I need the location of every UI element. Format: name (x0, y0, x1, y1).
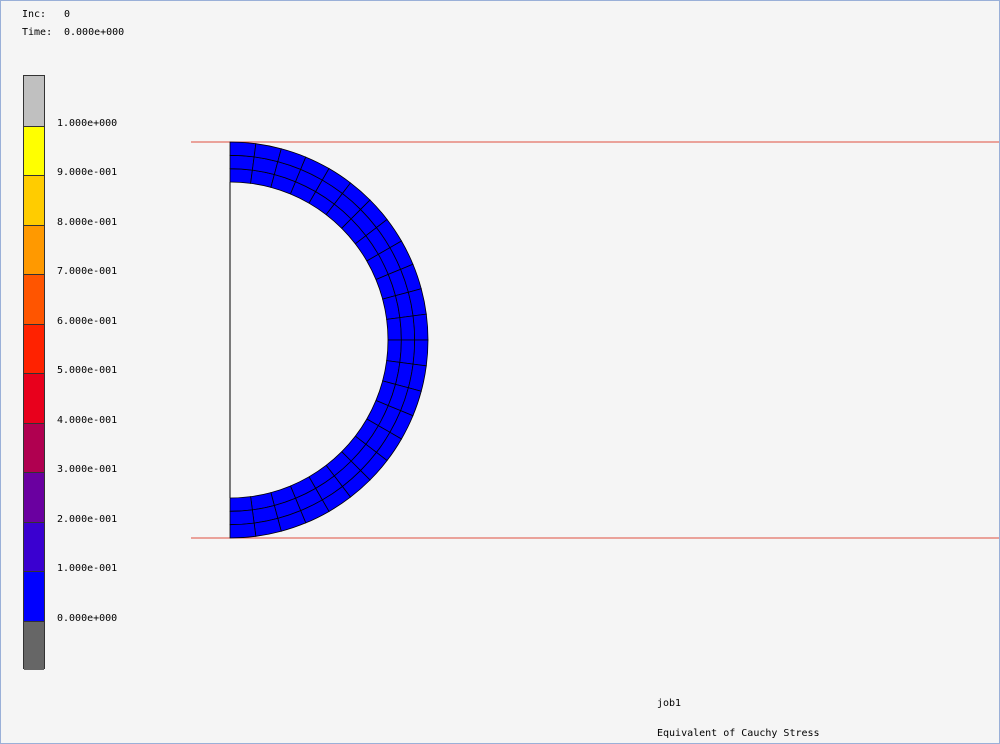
mesh-element (229, 496, 253, 512)
result-quantity-title: Equivalent of Cauchy Stress (657, 728, 820, 739)
mesh-element (412, 339, 429, 367)
mesh-element (386, 317, 402, 341)
mesh-element (229, 154, 255, 171)
mesh-element (412, 313, 429, 341)
post-processing-viewport[interactable]: Inc: 0 Time: 0.000e+000 1.000e+000 9.000e-0… (0, 0, 1000, 744)
mesh-element (386, 339, 402, 363)
mesh-element (229, 168, 253, 184)
mesh-element (399, 339, 416, 365)
half-ring-mesh (229, 141, 429, 539)
model-view[interactable] (1, 1, 999, 743)
job-name: job1 (657, 698, 682, 709)
mesh-element (229, 141, 257, 158)
mesh-element (399, 315, 416, 341)
mesh-element (229, 522, 257, 539)
mesh-element (229, 509, 255, 526)
